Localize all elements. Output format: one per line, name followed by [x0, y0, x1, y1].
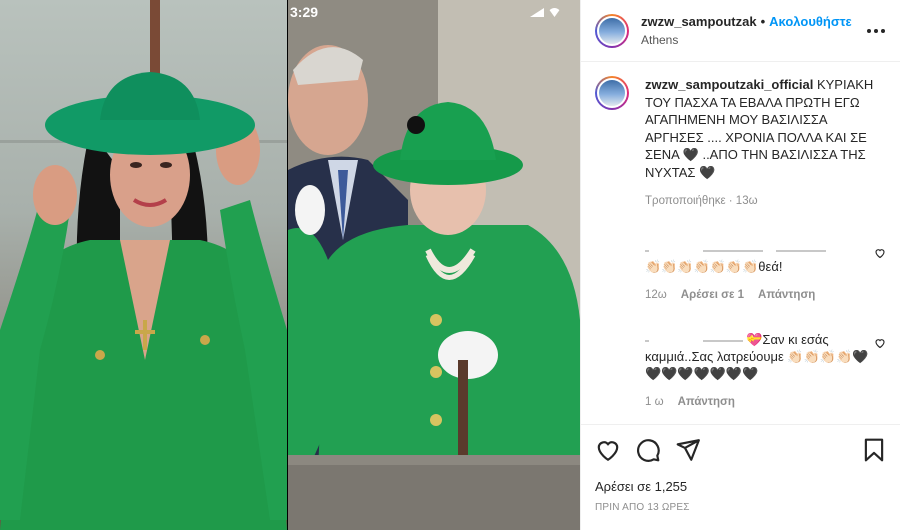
comment-text-line: 🖤🖤🖤🖤🖤🖤🖤 — [645, 366, 759, 381]
comment-meta: 12ω Αρέσει σε 1 Απάντηση — [645, 289, 886, 301]
separator-dot: • — [760, 14, 766, 29]
post-actions: Αρέσει σε 1,255 ΠΡΙΝ ΑΠΟ 13 ΩΡΕΣ — [581, 424, 900, 513]
caption: zwzw_sampoutzaki_official ΚΥΡΙΑΚΗ ΤΟΥ ΠΑ… — [595, 76, 886, 207]
comment-item: 💝Σαν κι εσάς καμμιά..Σας λατρεύουμε 👏🏻👏🏻… — [645, 331, 886, 408]
avatar[interactable] — [595, 13, 629, 48]
heart-icon[interactable] — [595, 437, 621, 463]
wifi-icon — [548, 8, 561, 17]
header-username[interactable]: zwzw_sampoutzak — [641, 14, 757, 29]
caption-text: ΚΥΡΙΑΚΗ ΤΟΥ ΠΑΣΧΑ ΤΑ ΕΒΑΛΑ ΠΡΩΤΗ ΕΓΩ ΑΓΑ… — [645, 77, 874, 180]
reply-button[interactable]: Απάντηση — [678, 396, 735, 408]
comment-likes[interactable]: Αρέσει σε 1 — [681, 289, 744, 301]
more-icon[interactable] — [864, 19, 888, 43]
comments-list[interactable]: zwzw_sampoutzaki_official ΚΥΡΙΑΚΗ ΤΟΥ ΠΑ… — [581, 62, 900, 414]
comment-text-line: 💝Σαν κι εσάς — [645, 331, 886, 348]
post-media[interactable]: 3:29 — [0, 0, 580, 530]
instagram-post: 3:29 zwzw_sampoutzak • Ακολουθήστε Athen… — [0, 0, 900, 530]
bookmark-icon[interactable] — [861, 437, 887, 463]
comment-item: 👏🏻👏🏻👏🏻👏🏻👏🏻👏🏻👏🏻θεά! 12ω Αρέσει σε 1 Απάντ… — [645, 241, 886, 301]
post-timestamp: ΠΡΙΝ ΑΠΟ 13 ΩΡΕΣ — [595, 502, 690, 513]
caption-meta: Τροποποιήθηκε · 13ω — [645, 195, 758, 207]
photo-queen-green-coat — [288, 0, 580, 530]
share-icon[interactable] — [675, 437, 701, 463]
comment-time: 12ω — [645, 289, 667, 301]
status-time: 3:29 — [290, 4, 319, 20]
follow-button[interactable]: Ακολουθήστε — [769, 14, 852, 29]
post-side-panel: zwzw_sampoutzak • Ακολουθήστε Athens zwz… — [580, 0, 900, 530]
comment-text: 👏🏻👏🏻👏🏻👏🏻👏🏻👏🏻👏🏻θεά! — [645, 259, 783, 274]
signal-icon — [530, 8, 544, 17]
comment-time: 1 ω — [645, 396, 664, 408]
comment-text-line: καμμιά..Σας λατρεύουμε 👏🏻👏🏻👏🏻👏🏻🖤 — [645, 349, 869, 364]
photo-woman-green-hat — [0, 0, 287, 530]
post-header: zwzw_sampoutzak • Ακολουθήστε Athens — [581, 0, 900, 62]
caption-avatar[interactable] — [595, 76, 629, 110]
likes-count[interactable]: Αρέσει σε 1,255 — [595, 479, 887, 494]
location-link[interactable]: Athens — [641, 33, 864, 47]
like-comment-icon[interactable] — [874, 337, 886, 349]
caption-username[interactable]: zwzw_sampoutzaki_official — [645, 77, 813, 92]
like-comment-icon[interactable] — [874, 247, 886, 259]
reply-button[interactable]: Απάντηση — [758, 289, 815, 301]
comment-author-blurred — [645, 241, 886, 258]
comment-meta: 1 ω Απάντηση — [645, 396, 886, 408]
status-icons — [530, 8, 561, 17]
comment-icon[interactable] — [635, 437, 661, 463]
